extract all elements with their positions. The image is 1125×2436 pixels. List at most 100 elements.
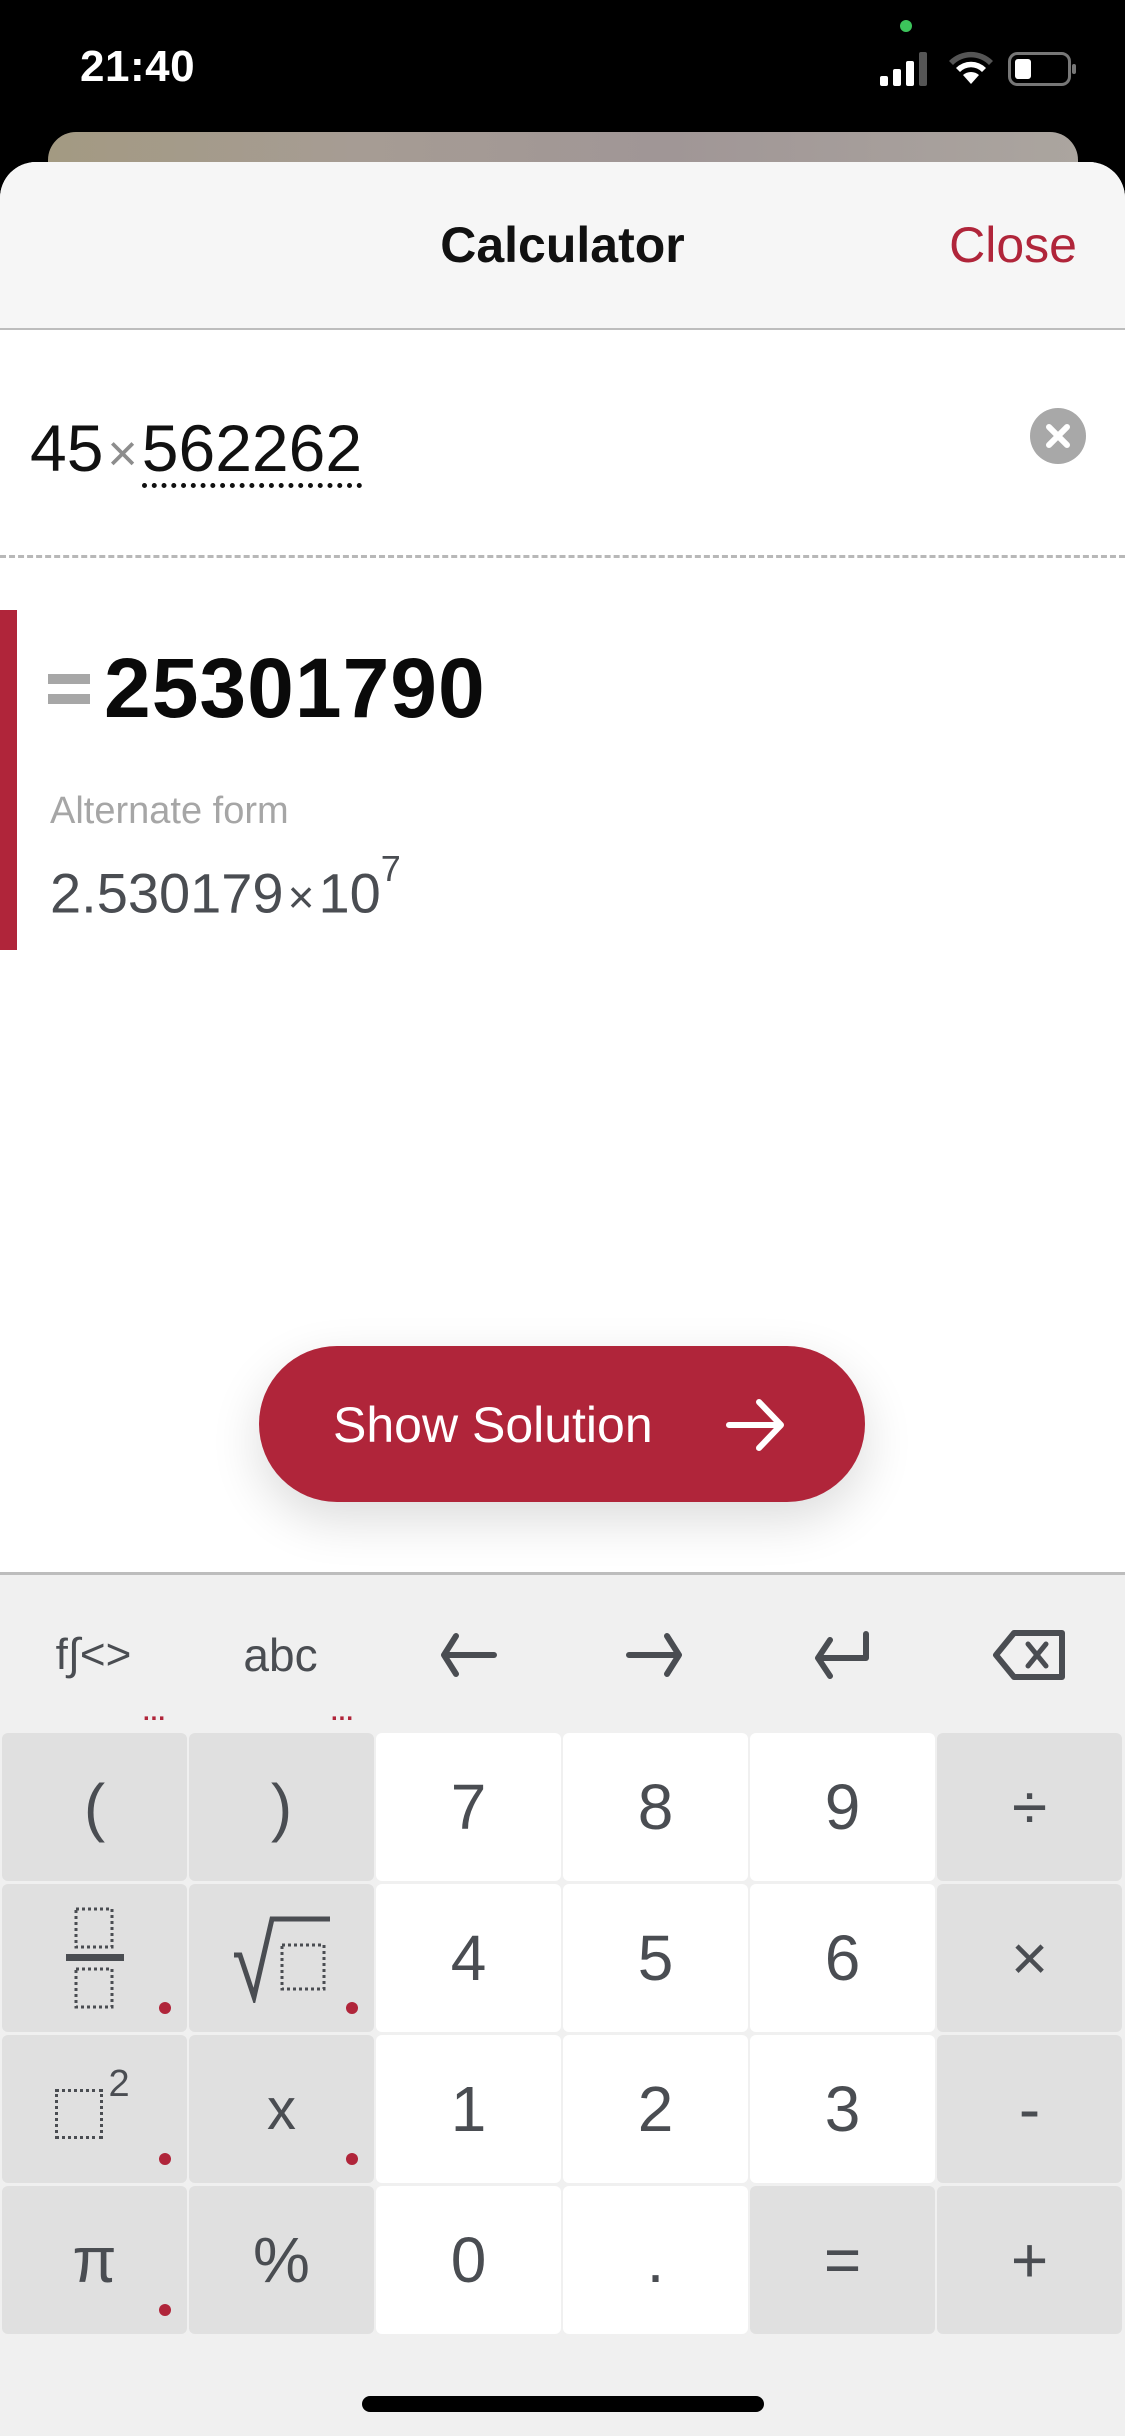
equals-key[interactable]: = xyxy=(750,2186,935,2334)
math-keyboard: f∫<> ... abc ... () 7 8 9 ÷ 4 5 6 × 2 x… xyxy=(0,1572,1125,2436)
close-paren-key[interactable]: ) xyxy=(189,1733,374,1881)
percent-key[interactable]: % xyxy=(189,2186,374,2334)
exponent-label: 2 xyxy=(108,2063,130,2105)
arrow-left-icon xyxy=(440,1633,497,1677)
key-label: 8 xyxy=(637,1771,674,1843)
multiply-key[interactable]: × xyxy=(937,1884,1122,2032)
key-label: 3 xyxy=(824,2073,861,2145)
fraction-key[interactable] xyxy=(2,1884,187,2032)
alternate-form-label: Alternate form xyxy=(50,790,289,832)
key-label: x xyxy=(267,2076,296,2142)
key-label: 2 xyxy=(637,2073,674,2145)
operator: × xyxy=(107,425,138,483)
minus-key[interactable]: - xyxy=(937,2035,1122,2183)
arrow-right-icon xyxy=(726,1399,784,1451)
abc-keyboard-button[interactable]: abc xyxy=(187,1615,374,1695)
key-label: ( xyxy=(83,1771,106,1843)
left-operand: 45 xyxy=(30,411,104,485)
enter-button[interactable] xyxy=(748,1615,935,1695)
digit-0-key[interactable]: 0 xyxy=(376,2186,561,2334)
digit-5-key[interactable]: 5 xyxy=(563,1884,748,2032)
key-label: 5 xyxy=(637,1922,674,1994)
digit-8-key[interactable]: 8 xyxy=(563,1733,748,1881)
key-label: 7 xyxy=(450,1771,487,1843)
key-label: × xyxy=(1010,1922,1049,1994)
digit-9-key[interactable]: 9 xyxy=(750,1733,935,1881)
key-label: . xyxy=(646,2224,665,2296)
calculator-sheet: Calculator Close 45 × 562262 25301790 Al… xyxy=(0,162,1125,2436)
functions-label: f∫<> xyxy=(55,1630,132,1679)
clear-button[interactable] xyxy=(1030,408,1086,464)
result-panel: 25301790 Alternate form 2.530179×107 xyxy=(0,610,1125,950)
more-options-dot xyxy=(159,2153,171,2165)
key-label: % xyxy=(253,2224,310,2296)
digit-1-key[interactable]: 1 xyxy=(376,2035,561,2183)
show-solution-label: Show Solution xyxy=(333,1397,653,1453)
key-label: - xyxy=(1018,2073,1041,2145)
keyboard-toolbar: f∫<> ... abc ... xyxy=(0,1575,1125,1730)
open-paren-key[interactable]: ( xyxy=(2,1733,187,1881)
digit-2-key[interactable]: 2 xyxy=(563,2035,748,2183)
result-accent-bar xyxy=(0,610,17,950)
result-main: 25301790 xyxy=(48,640,486,737)
digit-3-key[interactable]: 3 xyxy=(750,2035,935,2183)
digit-7-key[interactable]: 7 xyxy=(376,1733,561,1881)
pi-key[interactable]: π xyxy=(2,2186,187,2334)
digit-4-key[interactable]: 4 xyxy=(376,1884,561,2032)
backspace-button[interactable] xyxy=(935,1615,1122,1695)
more-options-dot xyxy=(346,2002,358,2014)
wifi-icon xyxy=(949,51,993,84)
alternate-times: × xyxy=(287,870,315,923)
home-indicator[interactable] xyxy=(362,2396,764,2412)
clear-circle-icon xyxy=(1046,424,1070,448)
abc-label: abc xyxy=(243,1629,318,1681)
close-button[interactable]: Close xyxy=(949,216,1077,274)
more-options-dot xyxy=(159,2304,171,2316)
battery-icon xyxy=(1008,52,1076,86)
more-indicator: ... xyxy=(143,1699,167,1726)
status-bar: 21:40 xyxy=(0,0,1125,130)
key-label: 9 xyxy=(824,1771,861,1843)
alternate-mantissa: 2.530179 xyxy=(50,861,284,925)
key-label: ÷ xyxy=(1011,1771,1048,1843)
placeholder-box-icon xyxy=(54,2089,103,2139)
key-label: 0 xyxy=(450,2224,487,2296)
status-time: 21:40 xyxy=(80,42,196,91)
digit-6-key[interactable]: 6 xyxy=(750,1884,935,2032)
key-label: 4 xyxy=(450,1922,487,1994)
cellular-signal-icon xyxy=(880,52,927,86)
fraction-icon xyxy=(65,1907,124,2009)
alternate-form-value: 2.530179×107 xyxy=(50,848,401,926)
right-operand: 562262 xyxy=(141,415,363,488)
expression-input[interactable]: 45 × 562262 xyxy=(0,332,1125,558)
alternate-base: 10 xyxy=(318,861,381,925)
more-options-dot xyxy=(159,2002,171,2014)
square-key[interactable]: 2 xyxy=(2,2035,187,2183)
divide-key[interactable]: ÷ xyxy=(937,1733,1122,1881)
key-label: 1 xyxy=(450,2073,487,2145)
key-label: + xyxy=(1010,2224,1049,2296)
cursor-right-button[interactable] xyxy=(561,1615,748,1695)
key-label: π xyxy=(72,2224,117,2296)
key-label: ) xyxy=(270,1771,293,1843)
key-label: 6 xyxy=(824,1922,861,1994)
alternate-exponent: 7 xyxy=(380,848,401,889)
cursor-left-button[interactable] xyxy=(374,1615,561,1695)
key-label: = xyxy=(823,2224,862,2296)
result-value: 25301790 xyxy=(104,641,486,735)
more-indicator: ... xyxy=(331,1699,355,1726)
equals-icon xyxy=(48,673,90,704)
return-icon xyxy=(814,1631,869,1679)
expression[interactable]: 45 × 562262 xyxy=(30,410,363,488)
nav-bar: Calculator Close xyxy=(0,162,1125,330)
variable-x-key[interactable]: x xyxy=(189,2035,374,2183)
more-options-dot xyxy=(346,2153,358,2165)
square-root-key[interactable] xyxy=(189,1884,374,2032)
decimal-key[interactable]: . xyxy=(563,2186,748,2334)
square-root-icon xyxy=(233,1916,330,2003)
plus-key[interactable]: + xyxy=(937,2186,1122,2334)
camera-in-use-dot xyxy=(900,20,912,32)
arrow-right-icon xyxy=(625,1633,682,1677)
functions-menu-button[interactable]: f∫<> xyxy=(0,1615,187,1695)
show-solution-button[interactable]: Show Solution xyxy=(259,1346,865,1502)
